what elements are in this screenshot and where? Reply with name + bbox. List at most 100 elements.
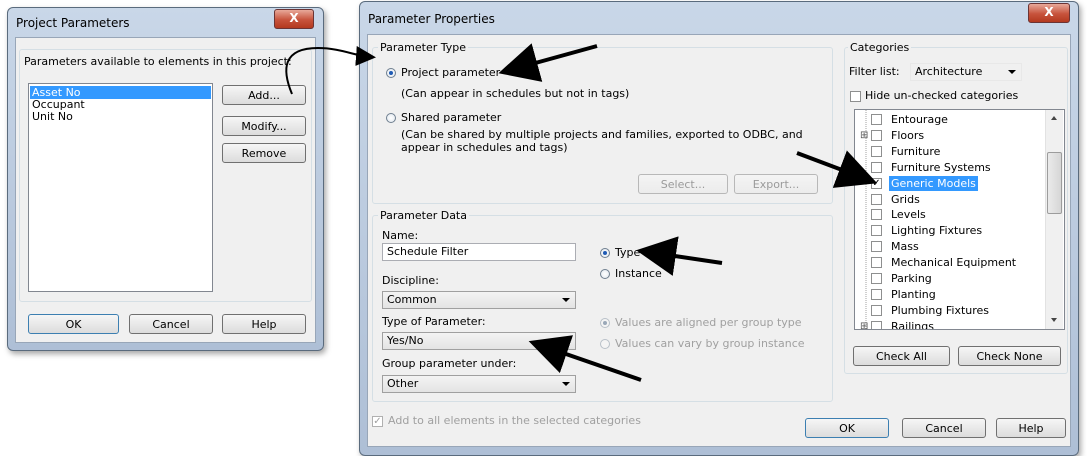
- discipline-select[interactable]: Common: [382, 291, 576, 309]
- discipline-value: Common: [387, 293, 437, 306]
- instance-label[interactable]: Instance: [615, 267, 662, 280]
- aligned-per-group-label: Values are aligned per group type: [615, 316, 802, 329]
- dialog-title: Parameter Properties: [368, 12, 495, 26]
- discipline-label: Discipline:: [382, 274, 439, 287]
- tree-item[interactable]: Planting: [871, 287, 1041, 302]
- name-field[interactable]: Schedule Filter: [382, 243, 576, 261]
- tree-item-checkbox[interactable]: [871, 145, 882, 157]
- cancel-button[interactable]: Cancel: [129, 314, 213, 334]
- tree-item-checkbox[interactable]: [871, 209, 882, 221]
- ok-button[interactable]: OK: [805, 418, 889, 438]
- hide-unchecked-checkbox[interactable]: [850, 91, 861, 102]
- project-parameter-radio[interactable]: [386, 68, 396, 78]
- aligned-per-group-radio[interactable]: [600, 318, 610, 328]
- type-label[interactable]: Type: [615, 246, 640, 259]
- tree-item-checkbox[interactable]: [871, 193, 882, 205]
- tree-item-label: Floors: [891, 128, 925, 142]
- add-to-all-label: Add to all elements in the selected cate…: [388, 414, 641, 427]
- group-under-select[interactable]: Other: [382, 375, 576, 393]
- name-label: Name:: [382, 229, 419, 242]
- help-button[interactable]: Help: [222, 314, 306, 334]
- tree-item[interactable]: ✓ Generic Models: [871, 175, 1041, 191]
- tree-item-checkbox[interactable]: [871, 320, 882, 329]
- check-all-button[interactable]: Check All: [853, 346, 950, 366]
- tree-item-checkbox[interactable]: [871, 304, 882, 316]
- help-button[interactable]: Help: [996, 418, 1066, 438]
- dialog-body: Parameter Type Project parameter (Can ap…: [367, 34, 1071, 447]
- parameter-data-heading: Parameter Data: [378, 209, 469, 222]
- tree-item[interactable]: Lighting Fixtures: [871, 223, 1041, 238]
- shared-parameter-radio[interactable]: [386, 113, 396, 123]
- ok-button[interactable]: OK: [28, 314, 119, 334]
- tree-item[interactable]: Furniture: [871, 144, 1041, 159]
- close-button[interactable]: X: [1028, 3, 1070, 23]
- tree-item-label: Lighting Fixtures: [891, 224, 983, 238]
- categories-tree[interactable]: Entourage ⊞ Floors Furniture Furniture Syste…: [854, 109, 1065, 330]
- tree-item[interactable]: Plumbing Fixtures: [871, 303, 1041, 318]
- expand-icon[interactable]: ⊞: [860, 319, 868, 329]
- export-button[interactable]: Export...: [734, 174, 818, 194]
- project-parameter-note: (Can appear in schedules but not in tags…: [401, 87, 630, 100]
- scroll-down-icon[interactable]: [1051, 318, 1057, 322]
- tree-item[interactable]: ⊞ Floors: [860, 128, 1041, 143]
- tree-item[interactable]: Parking: [871, 271, 1041, 286]
- tree-item-label: Parking: [891, 272, 932, 285]
- tree-item-checkbox[interactable]: [871, 129, 882, 141]
- filter-list-select[interactable]: Architecture: [910, 63, 1022, 81]
- shared-parameter-note: appear in schedules and tags): [401, 141, 568, 154]
- tree-item[interactable]: Mechanical Equipment: [871, 255, 1041, 270]
- dialog-title: Project Parameters: [16, 16, 130, 30]
- chevron-down-icon: [1008, 70, 1016, 74]
- tree-item-checkbox[interactable]: [871, 161, 882, 173]
- type-radio[interactable]: [600, 248, 610, 258]
- project-parameter-label[interactable]: Project parameter: [401, 66, 500, 79]
- tree-item-checkbox[interactable]: [871, 273, 882, 284]
- close-button[interactable]: X: [274, 9, 314, 29]
- tree-item[interactable]: Levels: [871, 207, 1041, 222]
- title-bar[interactable]: Parameter Properties X: [360, 2, 1078, 28]
- shared-parameter-label[interactable]: Shared parameter: [401, 111, 501, 124]
- tree-item-label: Grids: [891, 192, 920, 206]
- tree-item-checkbox[interactable]: ✓: [871, 177, 882, 189]
- parameter-type-heading: Parameter Type: [378, 41, 468, 54]
- tree-item-label: Planting: [891, 287, 936, 301]
- remove-button[interactable]: Remove: [222, 143, 306, 163]
- check-none-button[interactable]: Check None: [958, 346, 1061, 366]
- scroll-up-icon[interactable]: [1051, 116, 1057, 120]
- dialog-body: Parameters available to elements in this…: [15, 37, 316, 343]
- add-button[interactable]: Add...: [222, 85, 306, 105]
- tree-item-checkbox[interactable]: [871, 225, 882, 237]
- title-bar[interactable]: Project Parameters X: [8, 8, 323, 34]
- tree-item-label: Mass: [891, 240, 919, 254]
- tree-item-checkbox[interactable]: [871, 288, 882, 300]
- tree-item-checkbox[interactable]: [871, 241, 882, 253]
- tree-item[interactable]: Entourage: [871, 112, 1041, 127]
- group-under-value: Other: [387, 377, 419, 390]
- tree-item[interactable]: Mass: [871, 239, 1041, 254]
- tree-item-label: Furniture Systems: [891, 160, 991, 174]
- tree-item-checkbox[interactable]: [871, 114, 882, 125]
- select-button[interactable]: Select...: [638, 174, 728, 194]
- add-to-all-checkbox[interactable]: ✓: [372, 416, 383, 427]
- shared-parameter-note: (Can be shared by multiple projects and …: [401, 128, 803, 141]
- tree-item-checkbox[interactable]: [871, 257, 882, 269]
- tree-item-label: Entourage: [891, 113, 948, 126]
- parameters-list[interactable]: Asset No Occupant Unit No: [28, 83, 213, 292]
- hide-unchecked-label[interactable]: Hide un-checked categories: [865, 89, 1018, 102]
- expand-icon[interactable]: ⊞: [860, 128, 868, 143]
- tree-item-label: Levels: [891, 208, 926, 222]
- cancel-button[interactable]: Cancel: [902, 418, 986, 438]
- scroll-thumb[interactable]: [1047, 152, 1062, 214]
- tree-item-label: Furniture: [891, 144, 941, 158]
- tree-item[interactable]: Furniture Systems: [871, 160, 1041, 175]
- tree-scrollbar[interactable]: [1045, 110, 1063, 329]
- tree-item[interactable]: ⊞ Railings: [860, 319, 1041, 329]
- list-item[interactable]: Unit No: [30, 110, 211, 123]
- instance-radio[interactable]: [600, 269, 610, 279]
- parameters-list-label: Parameters available to elements in this…: [24, 55, 292, 68]
- modify-button[interactable]: Modify...: [222, 116, 306, 136]
- type-of-parameter-select[interactable]: Yes/No: [382, 332, 576, 350]
- tree-item[interactable]: Grids: [871, 192, 1041, 207]
- vary-by-instance-radio[interactable]: [600, 339, 610, 349]
- tree-item-label: Generic Models: [889, 175, 978, 191]
